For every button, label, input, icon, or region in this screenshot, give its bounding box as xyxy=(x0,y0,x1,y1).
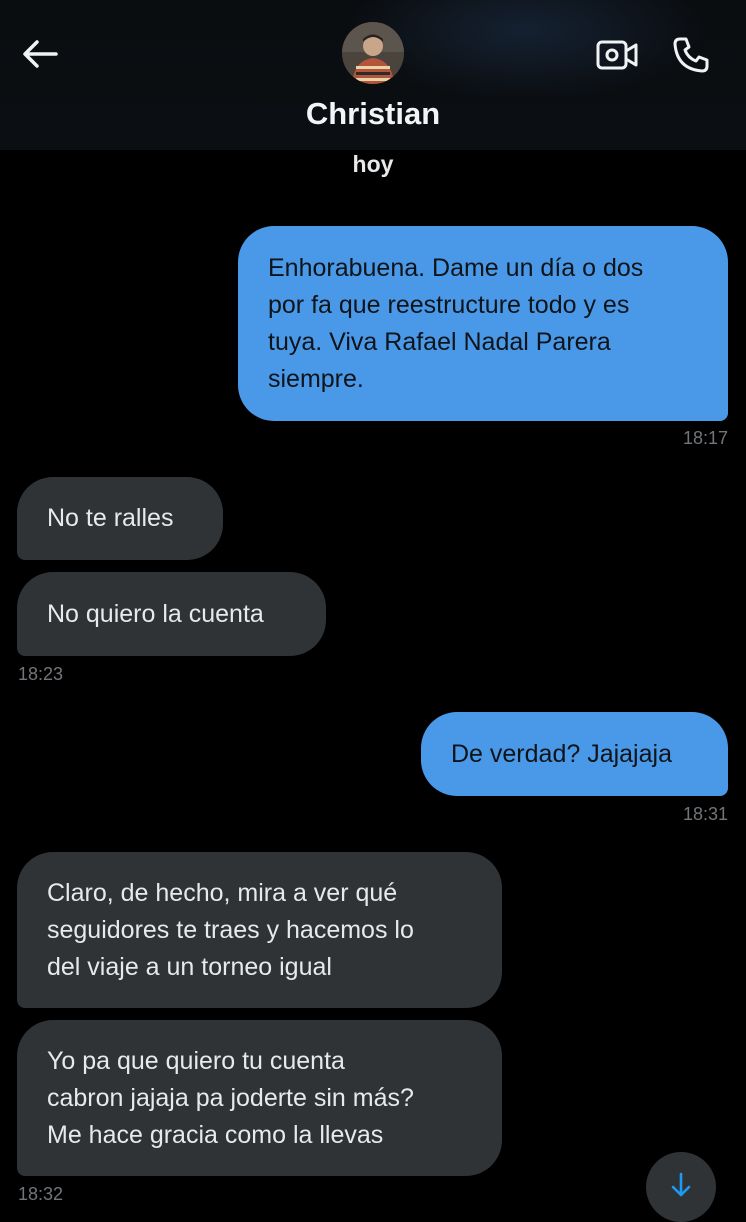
message-line: cabron jajaja pa joderte sin más? xyxy=(47,1083,414,1112)
date-separator: hoy xyxy=(352,151,394,177)
message-bubble-received[interactable]: Yo pa que quiero tu cuenta cabron jajaja… xyxy=(17,1020,502,1176)
message-line: del viaje a un torneo igual xyxy=(47,952,332,981)
avatar-photo xyxy=(342,22,404,84)
message-timestamp: 18:17 xyxy=(682,428,728,448)
video-call-button[interactable] xyxy=(594,36,640,74)
message-text: Claro, de hecho, mira a ver qué seguidor… xyxy=(47,875,414,986)
message-line: por fa que reestructure todo y es xyxy=(268,290,630,319)
contact-name[interactable]: Christian xyxy=(0,96,746,132)
arrow-left-icon xyxy=(23,40,58,68)
phone-icon xyxy=(673,37,709,73)
message-bubble-sent[interactable]: Enhorabuena. Dame un día o dos por fa qu… xyxy=(238,226,728,421)
message-timestamp: 18:31 xyxy=(682,804,728,824)
message-bubble-received[interactable]: No quiero la cuenta xyxy=(17,572,326,656)
scroll-to-bottom-button[interactable] xyxy=(646,1152,716,1222)
message-timestamp: 18:32 xyxy=(18,1184,64,1204)
message-line: De verdad? Jajajaja xyxy=(451,739,672,768)
message-text: Yo pa que quiero tu cuenta cabron jajaja… xyxy=(47,1043,414,1154)
arrow-down-icon xyxy=(671,1172,691,1197)
message-text: Enhorabuena. Dame un día o dos por fa qu… xyxy=(268,250,643,398)
message-line: Enhorabuena. Dame un día o dos xyxy=(268,253,644,282)
message-bubble-received[interactable]: Claro, de hecho, mira a ver qué seguidor… xyxy=(17,852,502,1008)
message-line: No te ralles xyxy=(47,504,174,532)
conversation-header: Christian xyxy=(0,0,746,150)
message-timestamp: 18:23 xyxy=(18,664,64,684)
message-line: siempre. xyxy=(268,364,364,393)
message-line: tuya. Viva Rafael Nadal Parera xyxy=(268,327,611,356)
message-line: Me hace gracia como la llevas xyxy=(47,1120,384,1149)
back-button[interactable] xyxy=(18,34,62,74)
message-line: Yo pa que quiero tu cuenta xyxy=(47,1046,345,1075)
avatar[interactable] xyxy=(342,22,404,84)
message-line: No quiero la cuenta xyxy=(47,599,264,628)
message-bubble-received[interactable]: No te ralles xyxy=(17,477,223,560)
message-line: Claro, de hecho, mira a ver qué xyxy=(47,878,398,907)
video-camera-icon xyxy=(596,40,638,70)
message-line: seguidores te traes y hacemos lo xyxy=(47,915,414,944)
voice-call-button[interactable] xyxy=(668,33,714,77)
message-bubble-sent[interactable]: De verdad? Jajajaja xyxy=(421,712,728,796)
